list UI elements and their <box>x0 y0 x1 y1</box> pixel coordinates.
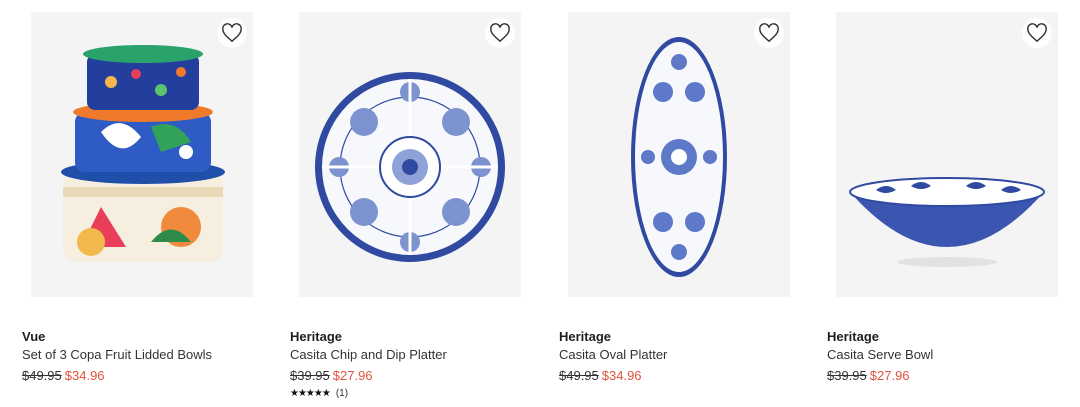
original-price: $39.95 <box>290 368 330 383</box>
wishlist-heart-icon[interactable] <box>217 18 247 48</box>
product-title-link[interactable]: Casita Serve Bowl <box>827 347 933 362</box>
oval-platter-image <box>568 12 790 297</box>
original-price: $49.95 <box>559 368 599 383</box>
product-brand: Vue <box>22 329 46 344</box>
product-brand: Heritage <box>827 329 880 344</box>
product-brand: Heritage <box>290 329 343 344</box>
wishlist-heart-icon[interactable] <box>1022 18 1052 48</box>
price-row: $49.95 $34.96 <box>22 368 105 383</box>
review-count: (1) <box>335 388 349 399</box>
original-price: $39.95 <box>827 368 867 383</box>
product-image[interactable] <box>568 12 790 297</box>
price-row: $49.95 $34.96 <box>559 368 642 383</box>
star-rating-icon: ★★★★★ <box>290 388 331 399</box>
product-title-link[interactable]: Casita Chip and Dip Platter <box>290 347 447 362</box>
chip-and-dip-platter-image <box>299 12 521 297</box>
sale-price: $27.96 <box>869 368 910 383</box>
price-row: $39.95 $27.96 <box>827 368 910 383</box>
price-row: $39.95 $27.96 <box>290 368 373 383</box>
serve-bowl-image <box>836 12 1058 297</box>
lidded-bowls-image <box>31 12 253 297</box>
sale-price: $34.96 <box>601 368 642 383</box>
product-image[interactable] <box>836 12 1058 297</box>
wishlist-heart-icon[interactable] <box>754 18 784 48</box>
sale-price: $34.96 <box>64 368 105 383</box>
product-image[interactable] <box>31 12 253 297</box>
sale-price: $27.96 <box>332 368 373 383</box>
original-price: $49.95 <box>22 368 62 383</box>
rating-link[interactable]: ★★★★★ (1) <box>290 388 348 399</box>
wishlist-heart-icon[interactable] <box>485 18 515 48</box>
product-image[interactable] <box>299 12 521 297</box>
product-title-link[interactable]: Set of 3 Copa Fruit Lidded Bowls <box>22 347 212 362</box>
product-brand: Heritage <box>559 329 612 344</box>
product-title-link[interactable]: Casita Oval Platter <box>559 347 667 362</box>
